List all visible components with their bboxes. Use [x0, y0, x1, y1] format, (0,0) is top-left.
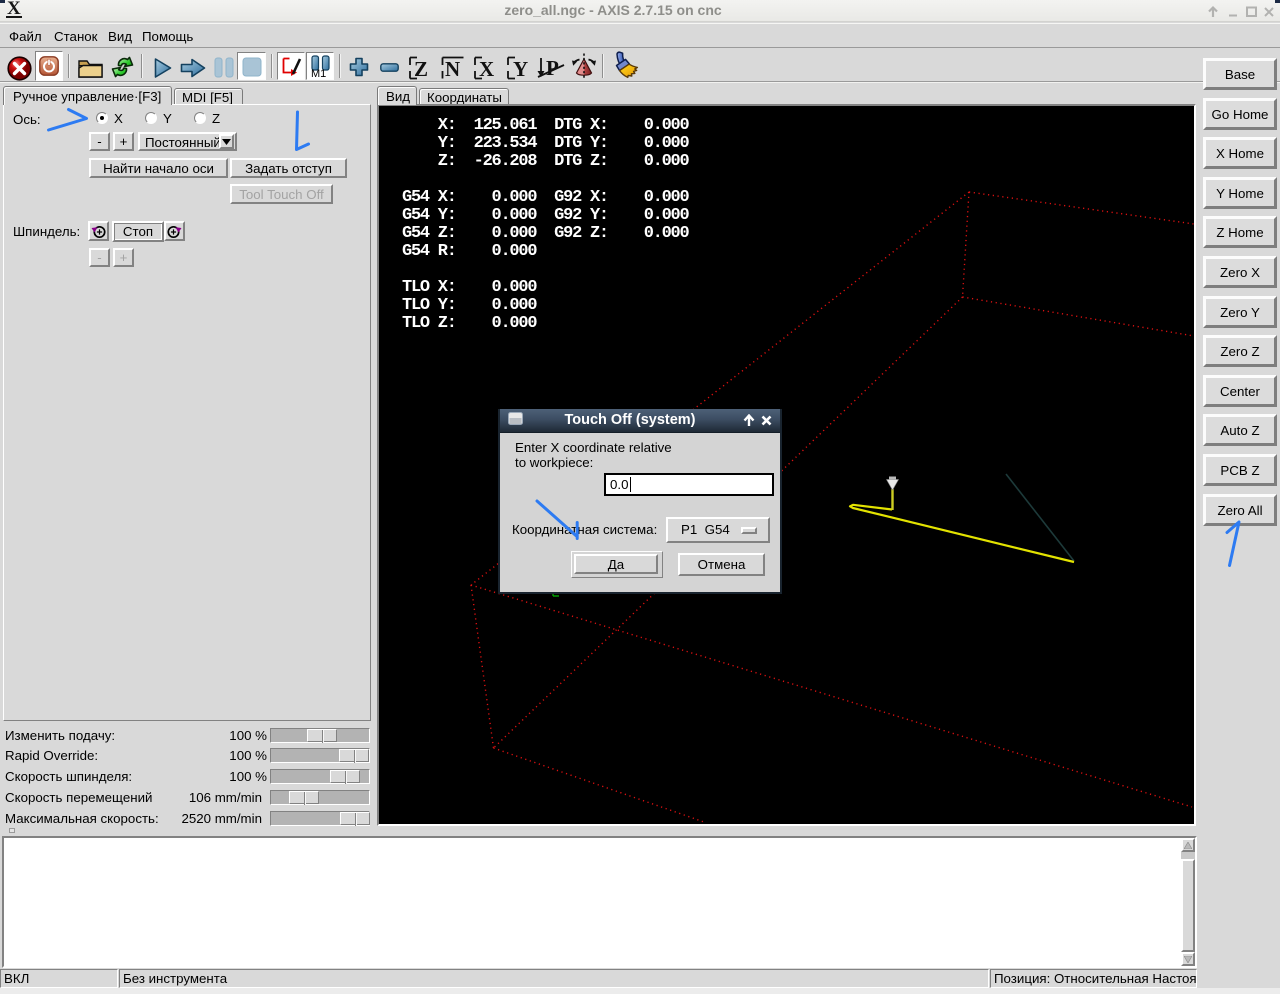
- svg-text:M1: M1: [311, 68, 326, 78]
- svg-text:P: P: [546, 56, 559, 80]
- svg-text:Z: Z: [414, 57, 428, 80]
- svg-text:N: N: [445, 57, 460, 80]
- svg-text:X: X: [479, 57, 494, 80]
- svg-text:Y: Y: [513, 57, 528, 80]
